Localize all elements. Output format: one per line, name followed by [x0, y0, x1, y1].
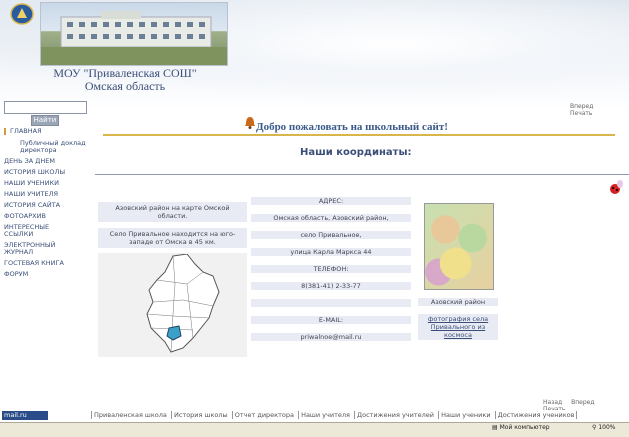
forward-link[interactable]: Вперед [570, 103, 593, 110]
footer-links: Приваленская школа История школы Отчет д… [91, 411, 578, 419]
zoom-value: 100% [598, 424, 616, 431]
top-links: Вперед Печать [570, 103, 629, 117]
district-map-thumbnail[interactable] [424, 203, 494, 290]
map-caption: Азовский район на карте Омской области. [98, 202, 247, 222]
nav-item-site-history[interactable]: ИСТОРИЯ САЙТА [4, 202, 90, 209]
phone-label: ТЕЛЕФОН: [251, 265, 411, 273]
email-label: E-MAIL: [251, 316, 411, 324]
contacts-column: АДРЕС: Омская область, Азовский район, с… [251, 196, 411, 361]
footer-link-students[interactable]: Наши ученики [438, 411, 493, 419]
spacer-row [251, 299, 411, 307]
bell-icon [245, 117, 255, 129]
computer-icon: ▤ [492, 424, 498, 431]
footer-link-teachers[interactable]: Наши учителя [298, 411, 352, 419]
nav-item-home[interactable]: ГЛАВНАЯ [4, 128, 90, 135]
nav-item-photo-archive[interactable]: ФОТОАРХИВ [4, 213, 90, 220]
address-label: АДРЕС: [251, 197, 411, 205]
status-zone: ▤ Мой компьютер [492, 424, 550, 431]
school-name: МОУ "Приваленская СОШ" Омская область [40, 67, 210, 93]
nav-item-our-teachers[interactable]: НАШИ УЧИТЕЛЯ [4, 191, 90, 198]
zoom-control[interactable]: ⚲ 100% [592, 424, 615, 431]
nav-item-our-students[interactable]: НАШИ УЧЕНИКИ [4, 180, 90, 187]
search-input[interactable] [4, 101, 87, 114]
omsk-region-map [98, 253, 247, 357]
nav-item-links[interactable]: ИНТЕРЕСНЫЕ ССЫЛКИ [4, 224, 74, 238]
search-button[interactable]: Найти [31, 115, 59, 126]
footer-link-history[interactable]: История школы [170, 411, 230, 419]
footer-link-student-achievements[interactable]: Достижения учеников [494, 411, 578, 419]
blue-divider [95, 174, 629, 175]
print-link[interactable]: Печать [570, 110, 592, 117]
district-caption: Азовский район [418, 298, 498, 306]
footer-link-teacher-achievements[interactable]: Достижения учителей [354, 411, 437, 419]
nav-item-forum[interactable]: ФОРУМ [4, 271, 90, 278]
nav-item-guestbook[interactable]: ГОСТЕВАЯ КНИГА [4, 260, 90, 267]
address-line1: Омская область, Азовский район, [251, 214, 411, 222]
phone-value: 8(381-41) 2-33-77 [251, 282, 411, 290]
zoom-icon: ⚲ [592, 424, 597, 431]
satellite-photo-link[interactable]: фотография села Привального из космоса [418, 314, 498, 340]
nav-item-school-history[interactable]: ИСТОРИЯ ШКОЛЫ [4, 169, 90, 176]
footer-link-report[interactable]: Отчет директора [231, 411, 296, 419]
gold-divider [103, 134, 615, 136]
status-zone-label: Мой компьютер [499, 424, 550, 431]
email-value[interactable]: priwalnoe@mail.ru [251, 333, 411, 341]
sidebar-nav: ГЛАВНАЯ Публичный доклад директора ДЕНЬ … [4, 128, 90, 278]
forward-link-bottom[interactable]: Вперед [571, 399, 594, 406]
nav-item-day-by-day[interactable]: ДЕНЬ ЗА ДНЕМ [4, 158, 90, 165]
welcome-heading: Добро пожаловать на школьный сайт! [256, 121, 448, 133]
address-line2: село Привальное, [251, 231, 411, 239]
mailru-counter-logo[interactable]: mail.ru [2, 411, 48, 420]
nav-item-director-report[interactable]: Публичный доклад директора [4, 140, 90, 154]
village-description: Село Привальное находится на юго-западе … [98, 228, 247, 248]
ladybug-icon [610, 180, 623, 194]
nav-item-journal[interactable]: ЭЛЕКТРОННЫЙ ЖУРНАЛ [4, 242, 74, 256]
school-name-line2: Омская область [84, 79, 166, 93]
back-link[interactable]: Назад [543, 399, 562, 406]
footer-link-school[interactable]: Приваленская школа [91, 411, 169, 419]
page-title: Наши координаты: [300, 147, 412, 158]
school-photo [40, 2, 228, 66]
school-emblem-icon [10, 3, 34, 25]
address-line3: улица Карла Маркса 44 [251, 248, 411, 256]
